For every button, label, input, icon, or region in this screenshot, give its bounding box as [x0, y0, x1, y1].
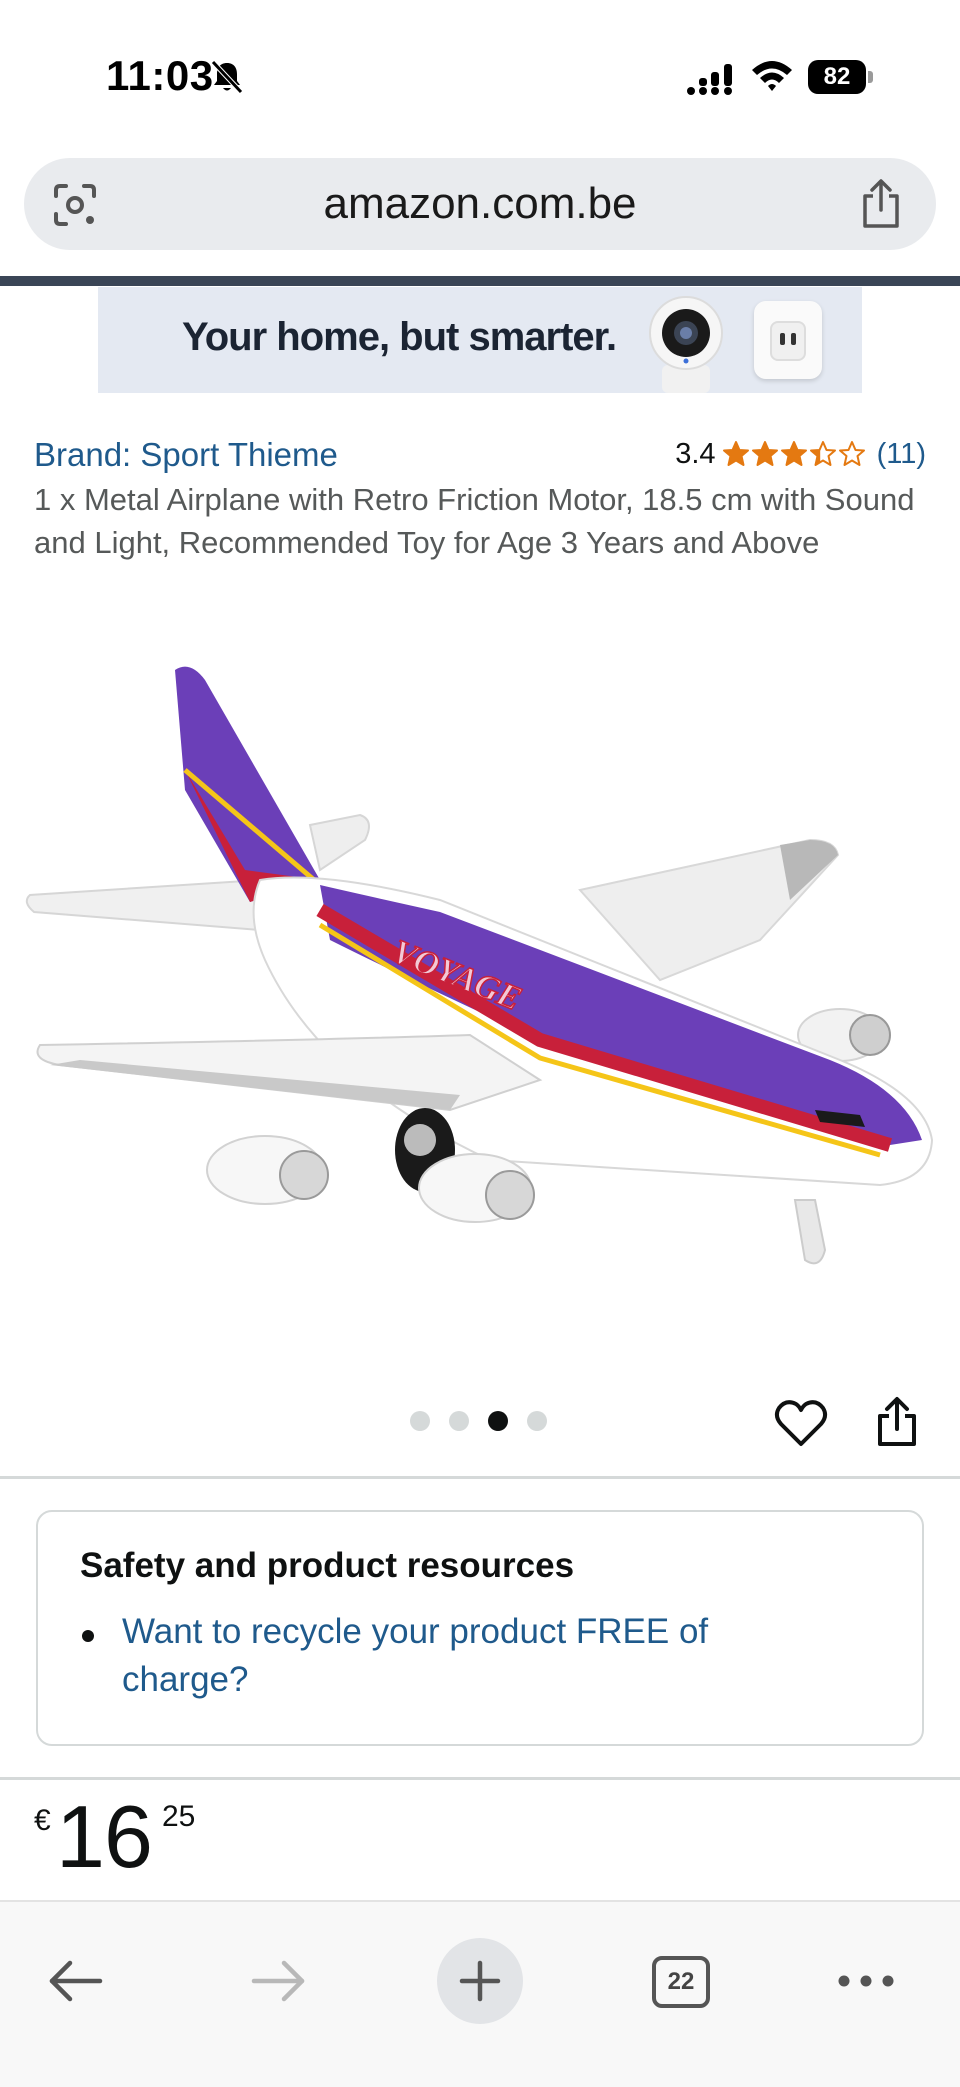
safety-heading: Safety and product resources [80, 1546, 575, 1585]
price-fraction: 25 [162, 1800, 196, 1833]
battery-icon: 82 [808, 60, 874, 94]
price-whole: 16 [56, 1787, 153, 1886]
rating-count[interactable]: (11) [877, 438, 926, 471]
url-text[interactable]: amazon.com.be [24, 158, 936, 250]
share-icon[interactable] [856, 178, 906, 230]
divider [0, 1476, 960, 1479]
price-symbol: € [34, 1804, 51, 1837]
rating-value: 3.4 [675, 437, 716, 470]
url-bar[interactable]: amazon.com.be [24, 158, 936, 250]
nav-strip [0, 276, 960, 286]
product-title: 1 x Metal Airplane with Retro Friction M… [34, 482, 915, 560]
forward-icon[interactable] [248, 1956, 308, 2006]
star-icon [809, 441, 836, 466]
browser-toolbar: 22 [0, 1900, 960, 2087]
tabs-button[interactable]: 22 [652, 1956, 710, 2008]
more-icon[interactable] [836, 1966, 896, 1996]
carousel-dot[interactable] [449, 1411, 469, 1431]
carousel-dot[interactable] [488, 1411, 508, 1431]
bullet [82, 1630, 94, 1642]
wifi-icon [752, 61, 792, 91]
carousel-dot[interactable] [527, 1411, 547, 1431]
product-image[interactable]: VOYAGE [20, 640, 940, 1290]
share-icon[interactable] [874, 1396, 920, 1448]
carousel-dot[interactable] [410, 1411, 430, 1431]
star-icon [780, 441, 807, 466]
plus-icon [459, 1960, 501, 2002]
brand-link[interactable]: Brand: Sport Thieme [34, 436, 338, 474]
divider [0, 1777, 960, 1780]
bell-slash-icon [211, 60, 243, 94]
recycle-link[interactable]: Want to recycle your product FREE of cha… [122, 1608, 842, 1704]
ad-headline: Your home, but smarter. [182, 315, 617, 359]
security-camera-image [649, 296, 723, 393]
star-icon [751, 441, 778, 466]
rating[interactable]: 3.4 (11) [675, 434, 926, 474]
star-icon [838, 441, 865, 466]
safety-card: Safety and product resources Want to rec… [36, 1510, 924, 1746]
new-tab-button[interactable] [437, 1938, 523, 2024]
rating-stars [722, 440, 867, 468]
ad-banner[interactable]: Your home, but smarter. [98, 287, 862, 393]
smart-plug-image [754, 301, 822, 379]
carousel-dots[interactable] [410, 1411, 566, 1431]
status-bar: 11:03 82 [0, 0, 960, 150]
back-icon[interactable] [46, 1956, 106, 2006]
status-time: 11:03 [106, 52, 214, 99]
star-icon [722, 441, 749, 466]
signal-icon [687, 64, 732, 95]
heart-icon[interactable] [774, 1398, 828, 1450]
battery-level: 82 [808, 60, 866, 94]
